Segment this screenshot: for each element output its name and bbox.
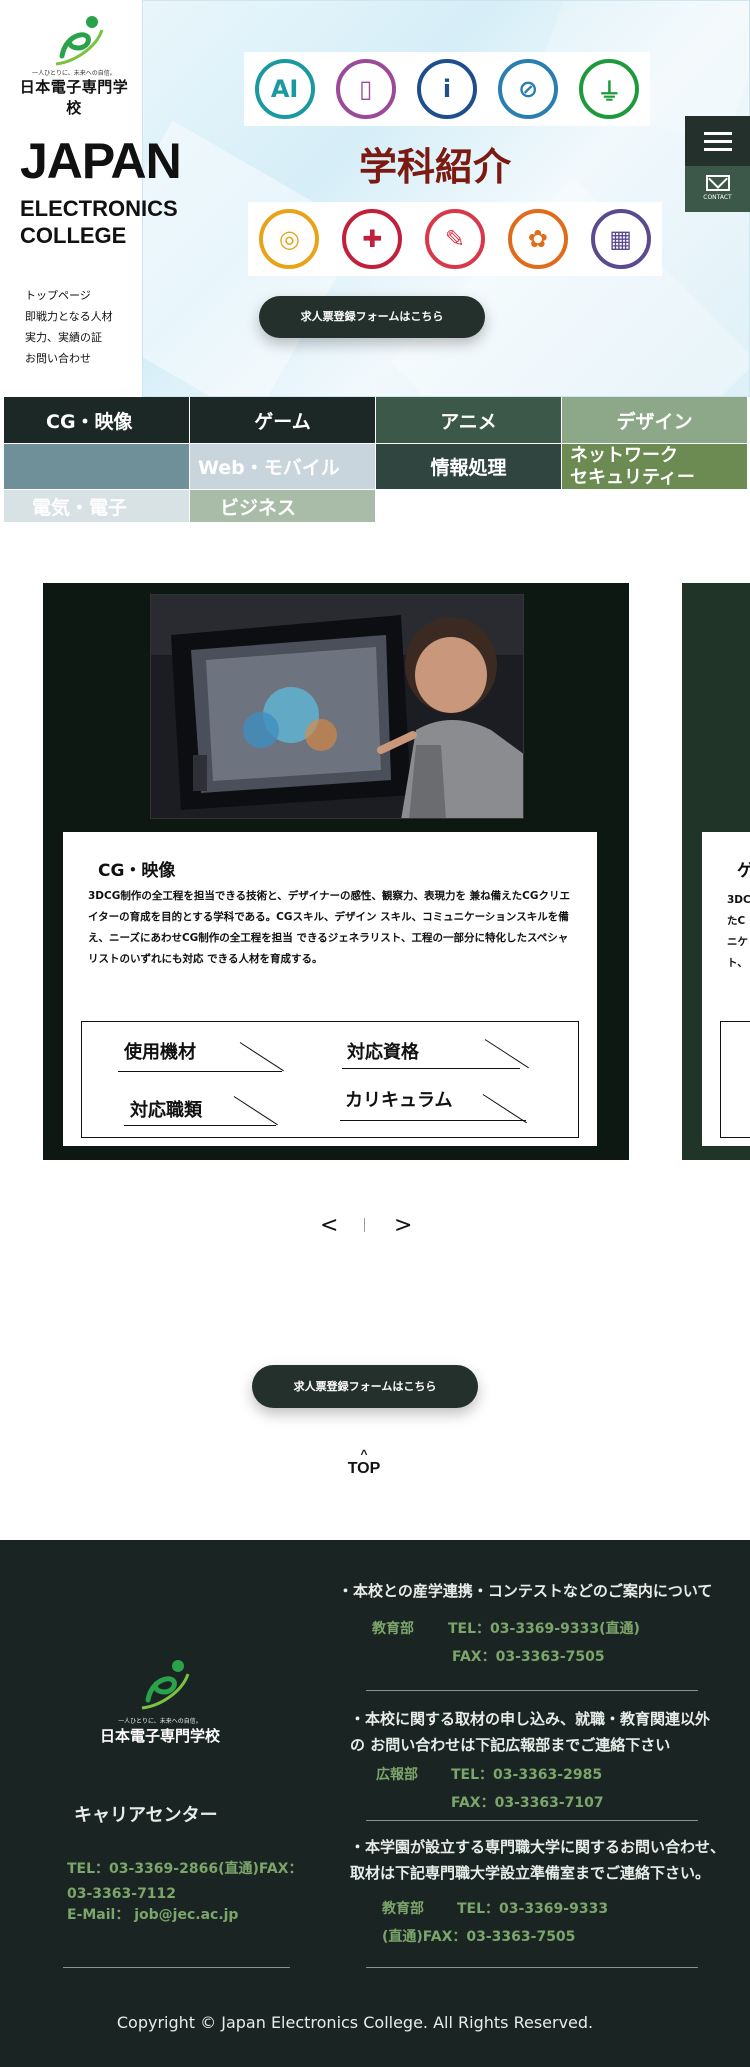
slide-photo	[150, 594, 524, 819]
contact-block2-heading-1: ・本校に関する取材の申し込み、就職・教育関連以外	[350, 1710, 711, 1728]
network-icon[interactable]: ⊘	[498, 59, 559, 119]
ai-icon[interactable]: AI	[254, 59, 315, 119]
career-center-title: キャリアセンター	[74, 1805, 218, 1826]
job-form-button[interactable]: 求人票登録フォームはこちら	[259, 296, 485, 338]
career-fax: 03-3363-7112	[67, 1886, 177, 1902]
slide-title: CG・映像	[98, 861, 176, 881]
logo-mark-icon	[141, 1660, 190, 1710]
link-curriculum[interactable]: カリキュラム	[345, 1086, 452, 1112]
contact-block1-fax: FAX：03-3363-7505	[452, 1649, 605, 1665]
plug-icon[interactable]: ⏚	[579, 59, 640, 119]
category-info-processing[interactable]: 情報処理	[376, 444, 561, 489]
brand-subtitle-2: COLLEGE	[20, 223, 127, 248]
career-email[interactable]: E-Mail： job@jec.ac.jp	[67, 1904, 238, 1924]
side-nav-contact[interactable]: お問い合わせ	[25, 348, 113, 369]
side-nav-talent[interactable]: 即戦力となる人材	[25, 306, 113, 327]
contact-block2-heading-2: の お問い合わせは下記広報部までご連絡下さい	[350, 1736, 671, 1754]
globe-icon[interactable]: ◎	[259, 209, 320, 269]
slider-next-button[interactable]: >	[394, 1213, 412, 1238]
calculator-icon[interactable]: ▦	[590, 209, 651, 269]
department-icons-top: AI ▯ i ⊘ ⏚	[244, 52, 650, 126]
footer-divider-2	[366, 1820, 698, 1821]
side-nav-results[interactable]: 実力、実績の証	[25, 327, 113, 348]
contact-block3-dept: 教育部	[382, 1901, 424, 1917]
next-slide-text-3: ニケ	[727, 936, 748, 948]
envelope-icon	[705, 175, 730, 191]
next-slide-text-4: ト、	[727, 957, 748, 969]
link-qualifications[interactable]: 対応資格	[347, 1038, 419, 1064]
contact-block2-tel: TEL：03-3363-2985	[451, 1767, 603, 1783]
category-network-security[interactable]: ネットワーク セキュリティー	[562, 444, 747, 489]
category-web-mobile[interactable]: Web・モバイル	[190, 444, 375, 489]
info-icon[interactable]: i	[416, 59, 477, 119]
footer-divider-left	[63, 1967, 290, 1968]
caret-up-icon: ^	[360, 1447, 368, 1461]
category-design[interactable]: デザイン	[562, 397, 747, 443]
contact-block1-heading: ・本校との産学連携・コンテストなどのご案内について	[338, 1582, 713, 1600]
next-slide-text-1: 3DC	[727, 894, 750, 906]
category-cg[interactable]: CG・映像	[4, 397, 189, 443]
menu-button[interactable]	[685, 116, 750, 166]
category-game[interactable]: ゲーム	[190, 397, 375, 443]
contact-label: CONTACT	[703, 194, 732, 201]
career-tel: TEL：03-3369-2866(直通)FAX：	[67, 1861, 303, 1877]
footer-logo-name: 日本電子専門学校	[100, 1727, 221, 1745]
brand-title: JAPAN	[20, 133, 182, 189]
copyright: Copyright © Japan Electronics College. A…	[116, 2013, 594, 2032]
hero-section: 一人ひとりに、未来への自信。 日本電子専門学校 JAPAN ELECTRONIC…	[0, 0, 750, 397]
back-to-top-link[interactable]: ^ TOP	[340, 1448, 388, 1478]
palette-icon[interactable]: ✿	[507, 209, 568, 269]
pencil-icon[interactable]: ✎	[424, 209, 485, 269]
link-job-types[interactable]: 対応職類	[130, 1096, 202, 1122]
slide-info-panel: CG・映像 3DCG制作の全工程を担当できる技術と、デザイナーの感性、観察力、表…	[63, 832, 597, 1146]
department-icons-bottom: ◎ ✚ ✎ ✿ ▦	[248, 202, 662, 276]
next-slide-text-2: たC	[727, 915, 746, 927]
slide-links-box: 使用機材 対応資格 対応職類 カリキュラム	[81, 1021, 579, 1138]
hamburger-icon	[703, 131, 732, 135]
side-nav-top[interactable]: トップページ	[25, 285, 113, 306]
category-blank[interactable]	[4, 444, 189, 489]
side-panel: 一人ひとりに、未来への自信。 日本電子専門学校 JAPAN ELECTRONIC…	[0, 0, 182, 397]
school-logo[interactable]: 一人ひとりに、未来への自信。 日本電子専門学校	[14, 12, 134, 117]
slider-prev-button[interactable]: <	[320, 1213, 338, 1238]
contact-block3-tel: TEL：03-3369-9333	[457, 1901, 609, 1917]
link-equipment[interactable]: 使用機材	[124, 1038, 196, 1064]
contact-block3-heading-1: ・本学園が設立する専門職大学に関するお問い合わせ、	[350, 1838, 726, 1856]
student-drawing-image	[151, 595, 523, 818]
contact-block1-tel: TEL：03-3369-9333(直通)	[448, 1621, 640, 1637]
category-business[interactable]: ビジネス	[190, 490, 375, 522]
logo-mark-icon	[55, 16, 104, 66]
top-label: TOP	[347, 1460, 381, 1477]
footer-divider-1	[366, 1690, 698, 1691]
next-slide-info: ゲ 3DC たC ニケ ト、	[702, 832, 750, 1146]
contact-block1-dept: 教育部	[372, 1621, 414, 1637]
contact-block3-heading-2: 取材は下記専門職大学設立準備室までご連絡下さい。	[350, 1864, 711, 1882]
page-title: 学科紹介	[358, 144, 511, 189]
contact-button[interactable]: CONTACT	[685, 166, 750, 212]
contact-block2-dept: 広報部	[376, 1767, 418, 1783]
footer-divider-3	[366, 1967, 698, 1968]
smartphone-icon[interactable]: ▯	[335, 59, 396, 119]
category-anime[interactable]: アニメ	[376, 397, 561, 443]
next-slide-title: ゲ	[737, 861, 750, 881]
side-nav: トップページ 即戦力となる人材 実力、実績の証 お問い合わせ	[25, 285, 113, 369]
job-form-button-bottom[interactable]: 求人票登録フォームはこちら	[252, 1365, 478, 1408]
logo-name: 日本電子専門学校	[19, 78, 129, 117]
brand-subtitle-1: ELECTRONICS	[20, 196, 178, 221]
slide-description: 3DCG制作の全工程を担当できる技術と、デザイナーの感性、観察力、表現力を 兼ね…	[88, 890, 570, 965]
category-electronics[interactable]: 電気・電子	[4, 490, 189, 522]
contact-block3-fax: (直通)FAX：03-3363-7505	[382, 1929, 576, 1945]
slider-separator	[364, 1218, 365, 1232]
footer-logo-tagline: 一人ひとりに、未来への自信。	[118, 1718, 202, 1725]
contact-block2-fax: FAX：03-3363-7107	[451, 1795, 604, 1811]
gamepad-icon[interactable]: ✚	[342, 209, 403, 269]
footer-logo[interactable]: 一人ひとりに、未来への自信。 日本電子専門学校	[100, 1656, 220, 1745]
